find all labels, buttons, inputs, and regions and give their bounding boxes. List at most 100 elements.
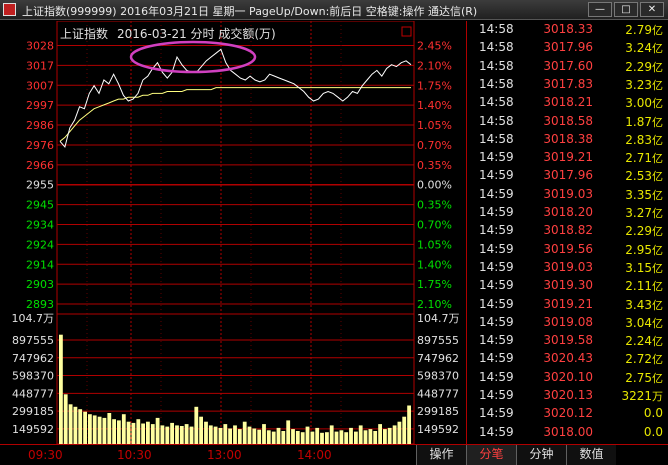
tick-volume: 2.53亿 [625, 168, 663, 184]
price-tick-label: 2945 [26, 199, 54, 212]
tick-volume-unit: 亿 [652, 115, 663, 129]
tick-volume-unit: 万 [652, 390, 663, 403]
tick-row[interactable]: 14:59 3019.30 2.11亿 [467, 277, 668, 295]
tab-values[interactable]: 数值 [566, 445, 616, 465]
tick-price: 3018.82 [543, 223, 593, 238]
tick-row[interactable]: 14:59 3020.13 3221万 [467, 387, 668, 405]
tick-row[interactable]: 14:59 3019.56 2.95亿 [467, 241, 668, 259]
volume-bar [397, 421, 402, 444]
volume-bar [271, 431, 276, 444]
tick-row[interactable]: 14:59 3018.00 0.0 [467, 424, 668, 442]
maximize-button[interactable]: □ [614, 2, 638, 17]
tick-row[interactable]: 14:59 3019.03 3.35亿 [467, 186, 668, 204]
tick-row[interactable]: 14:59 3019.58 2.24亿 [467, 332, 668, 350]
tick-volume: 2.95亿 [625, 242, 663, 258]
bottom-bar: 09:30 10:30 13:00 14:00 操作 分笔 分钟 数值 [0, 444, 668, 465]
volume-tick-label: 598370 [417, 370, 459, 383]
pct-tick-label: 0.35% [417, 199, 452, 212]
volume-bar [252, 428, 257, 444]
volume-tick-label: 299185 [417, 405, 459, 418]
tick-volume-value: 3.24 [625, 41, 652, 56]
minimize-button[interactable]: — [588, 2, 612, 17]
tick-volume-value: 3.43 [625, 297, 652, 312]
tick-row[interactable]: 14:59 3019.08 3.04亿 [467, 314, 668, 332]
intraday-chart[interactable]: 3028 2.45% 3017 2.10% 3007 1.75% 2997 1.40% 2986… [0, 20, 466, 445]
axis-labels: 3028 2.45% 3017 2.10% 3007 1.75% 2997 1.40% 2986… [12, 40, 460, 436]
tick-row[interactable]: 14:58 3018.58 1.87亿 [467, 113, 668, 131]
tick-time: 14:58 [479, 113, 514, 128]
tick-volume-unit: 亿 [652, 207, 663, 220]
tick-row[interactable]: 14:59 3020.43 2.72亿 [467, 350, 668, 368]
tick-volume: 2.75亿 [625, 370, 663, 386]
price-tick-label: 2997 [26, 99, 54, 112]
pct-tick-label: 2.10% [417, 59, 452, 72]
tick-volume: 0.0 [644, 406, 663, 420]
tick-volume-value: 0.0 [643, 406, 663, 421]
pct-tick-label: 1.40% [417, 258, 452, 271]
tick-volume-value: 2.79 [625, 23, 652, 37]
tick-time: 14:59 [479, 388, 514, 402]
volume-bar [179, 426, 184, 444]
tick-volume-unit: 亿 [652, 225, 663, 239]
title-bar: 上证指数(999999) 2016年03月21日 星期一 PageUp/Down… [0, 0, 668, 20]
volume-bar [213, 426, 218, 444]
volume-bar [339, 430, 344, 444]
tick-price: 3020.12 [543, 406, 593, 421]
volume-tick-label: 448777 [12, 387, 54, 400]
tick-volume-unit: 亿 [652, 298, 663, 312]
tick-volume-unit: 亿 [652, 152, 663, 166]
chart-svg[interactable]: 3028 2.45% 3017 2.10% 3007 1.75% 2997 1.40% 2986… [0, 20, 466, 445]
time-label: 13:00 [207, 448, 242, 462]
tick-row[interactable]: 14:59 3019.03 3.15亿 [467, 259, 668, 277]
volume-bar [59, 334, 63, 444]
tick-price: 3018.38 [543, 131, 593, 146]
tick-row[interactable]: 14:59 3020.12 0.0 [467, 405, 668, 423]
volume-bar [349, 427, 353, 444]
tick-time: 14:59 [479, 369, 514, 384]
tick-row[interactable]: 14:59 3018.82 2.29亿 [467, 222, 668, 240]
tick-price: 3017.83 [543, 76, 593, 91]
tick-time: 14:59 [479, 241, 514, 256]
tick-row[interactable]: 14:59 3017.96 2.53亿 [467, 167, 668, 185]
tick-row[interactable]: 14:59 3019.21 3.43亿 [467, 296, 668, 314]
close-button[interactable]: ✕ [640, 2, 664, 17]
volume-bar [150, 424, 155, 444]
tick-row[interactable]: 14:59 3020.10 2.75亿 [467, 369, 668, 387]
tab-ticks[interactable]: 分笔 [466, 445, 516, 465]
volume-bar [363, 430, 368, 444]
tick-row[interactable]: 14:58 3017.83 3.23亿 [467, 76, 668, 94]
pct-tick-label: 0.70% [417, 139, 452, 152]
tick-row[interactable]: 14:58 3018.33 2.79亿 [467, 21, 668, 39]
tick-volume-value: 2.29 [625, 224, 652, 239]
tick-volume-unit: 亿 [652, 280, 663, 294]
volume-bar [223, 424, 228, 444]
tick-row[interactable]: 14:58 3017.96 3.24亿 [467, 39, 668, 57]
tab-minute[interactable]: 分钟 [516, 445, 566, 465]
volume-tick-label: 897555 [12, 334, 54, 347]
volume-bar [131, 422, 136, 444]
tick-volume-value: 2.95 [625, 242, 652, 257]
tick-volume-unit: 亿 [652, 243, 663, 257]
tick-row[interactable]: 14:58 3018.21 3.00亿 [467, 94, 668, 112]
tick-volume: 0.0 [644, 425, 663, 439]
volume-bar [199, 416, 203, 444]
chart-expand-icon[interactable] [401, 26, 412, 37]
tick-volume-value: 2.72 [625, 352, 652, 367]
tick-row[interactable]: 14:58 3017.60 2.29亿 [467, 58, 668, 76]
tick-row[interactable]: 14:58 3018.38 2.83亿 [467, 131, 668, 149]
tab-operate[interactable]: 操作 [416, 445, 466, 465]
price-tick-label: 2986 [26, 119, 54, 132]
volume-bar [204, 421, 208, 444]
volume-bar [121, 414, 126, 444]
tick-row[interactable]: 14:59 3018.20 3.27亿 [467, 204, 668, 222]
volume-bar [291, 429, 295, 444]
tick-volume: 3.27亿 [625, 205, 663, 221]
tick-price: 3018.20 [543, 205, 593, 219]
tick-time: 14:59 [479, 168, 514, 183]
volume-bar [262, 424, 266, 444]
tick-volume: 3.24亿 [625, 40, 663, 56]
tick-list[interactable]: 14:58 3018.33 2.79亿 14:58 3017.96 3.24亿 14:58 3… [466, 21, 668, 444]
tick-volume-value: 3.04 [625, 315, 652, 330]
chart-index-name: 上证指数 [60, 26, 108, 41]
tick-row[interactable]: 14:59 3019.21 2.71亿 [467, 149, 668, 167]
